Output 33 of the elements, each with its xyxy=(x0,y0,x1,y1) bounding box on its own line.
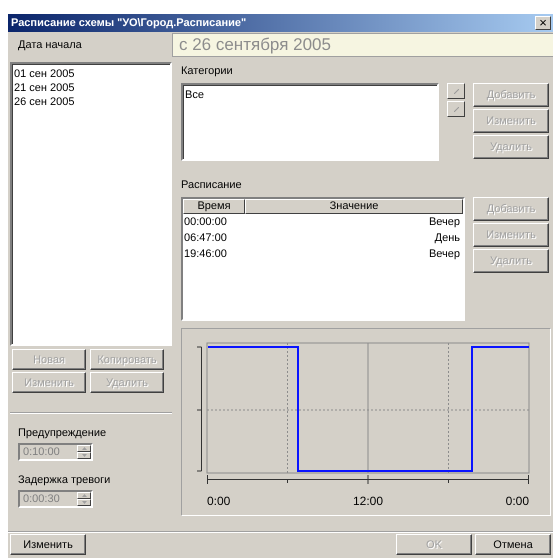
up-arrow-icon xyxy=(82,494,86,497)
diagonal-mark-icon xyxy=(454,88,458,94)
table-cell-text: 06:47:00 xyxy=(184,231,227,246)
close-button[interactable]: × xyxy=(535,16,551,30)
edit-button[interactable]: Изменить xyxy=(10,534,86,555)
categories-label: Категории xyxy=(181,65,234,79)
spin-label: Задержка тревоги xyxy=(18,474,112,486)
window-title: Расписание схемы "УО\Город.Расписание" xyxy=(11,17,246,29)
date-header: с 26 сентября 2005 xyxy=(172,33,553,57)
x-axis-label: 12:00 xyxy=(352,494,384,508)
up-arrow-icon xyxy=(82,447,86,450)
down-arrow-icon xyxy=(82,454,86,457)
column-header[interactable]: Значение xyxy=(245,199,463,214)
move-down-button[interactable] xyxy=(447,101,465,117)
move-up-button[interactable] xyxy=(447,83,465,99)
date-item[interactable]: 21 сен 2005 xyxy=(14,81,168,95)
date-item[interactable]: 01 сен 2005 xyxy=(14,67,168,81)
down-arrow-icon xyxy=(82,501,86,504)
table-cell-text: Вечер xyxy=(428,215,460,230)
category-item[interactable]: Все xyxy=(185,88,435,102)
diagonal-mark-icon xyxy=(454,106,458,112)
date-item[interactable]: 26 сен 2005 xyxy=(14,95,168,109)
cancel-button[interactable]: Отмена xyxy=(475,534,551,555)
table-cell-text: 00:00:00 xyxy=(184,215,227,230)
start-date-label: Дата начала xyxy=(18,39,82,51)
table-cell-text: 19:46:00 xyxy=(184,247,227,262)
spin-label: Предупреждение xyxy=(18,427,108,439)
x-axis-label: 0:00 xyxy=(207,494,230,508)
x-axis-label: 0:00 xyxy=(506,494,529,508)
schedule-label: Расписание xyxy=(181,179,243,193)
table-cell-text: День xyxy=(434,231,460,246)
table-cell-text: Вечер xyxy=(428,247,460,262)
column-header[interactable]: Время xyxy=(183,199,245,214)
